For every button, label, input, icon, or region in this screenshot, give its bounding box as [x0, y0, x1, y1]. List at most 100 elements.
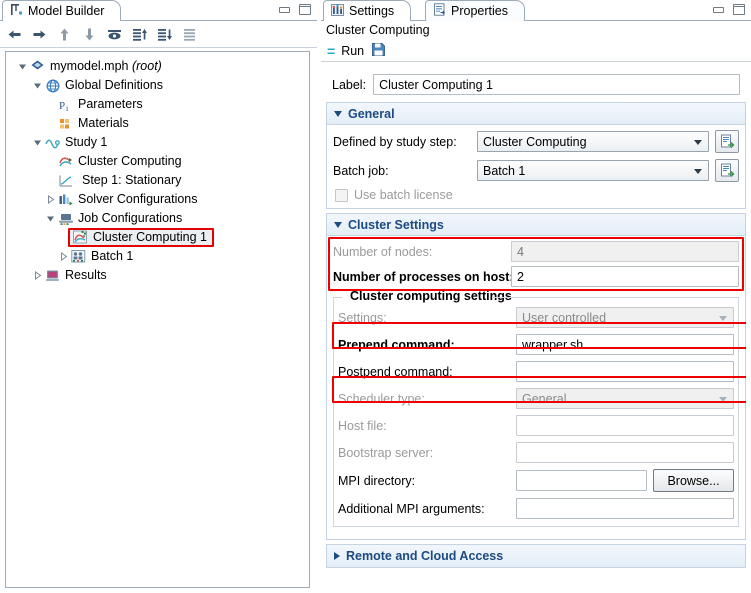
postpend-command-input[interactable] [516, 361, 734, 382]
additional-mpi-arguments-input[interactable] [516, 498, 734, 519]
model-builder-window-controls [279, 4, 311, 15]
settings-tabstrip: Settings Properties [321, 0, 751, 21]
expand-icon[interactable] [57, 247, 70, 266]
defined-by-study-step-value: Cluster Computing [483, 135, 587, 149]
tree-item-global-definitions[interactable]: Global Definitions [6, 76, 309, 95]
scheduler-type-label: Scheduler type: [338, 392, 510, 406]
model-root-icon [29, 58, 46, 75]
cluster-settings-section-title: Cluster Settings [348, 218, 444, 232]
stationary-step-icon [57, 172, 74, 189]
general-section: General Defined by study step: Cluster C… [326, 102, 746, 209]
mpi-directory-input[interactable] [516, 470, 647, 491]
arrow-up-icon[interactable] [56, 26, 73, 43]
maximize-icon[interactable] [299, 4, 311, 15]
defined-by-study-step-select[interactable]: Cluster Computing [477, 131, 709, 152]
batch-job-row: Batch job: Batch 1 [333, 159, 739, 182]
tree-item-batch-1-label: Batch 1 [91, 250, 133, 263]
goto-source-button-study-step[interactable] [715, 130, 739, 153]
general-section-body: Defined by study step: Cluster Computing [327, 125, 745, 208]
model-tree-container[interactable]: mymodel.mph (root) [5, 51, 310, 588]
cluster-settings-section-header[interactable]: Cluster Settings [327, 214, 745, 236]
tree-item-root-label: mymodel.mph (root) [50, 60, 162, 73]
list-icon[interactable] [181, 26, 198, 43]
label-input[interactable]: Cluster Computing 1 [373, 74, 740, 95]
maximize-icon[interactable] [733, 4, 745, 15]
number-of-nodes-input: 4 [511, 241, 739, 262]
tree-item-batch-1[interactable]: Batch 1 [6, 247, 309, 266]
expand-collapse-icon[interactable] [44, 209, 57, 228]
tree-item-results-label: Results [65, 269, 107, 282]
defined-by-study-step-label: Defined by study step: [333, 135, 471, 149]
run-button[interactable]: Run [341, 44, 364, 58]
label-row: Label: Cluster Computing 1 [326, 68, 746, 102]
cluster-computing-step-icon [57, 153, 74, 170]
scheduler-type-select: General [516, 388, 734, 409]
tree-item-job-configurations[interactable]: Job Configurations [6, 209, 309, 228]
results-icon [44, 267, 61, 284]
batch-job-select[interactable]: Batch 1 [477, 160, 709, 181]
additional-mpi-arguments-row: Additional MPI arguments: [338, 498, 734, 519]
tab-settings[interactable]: Settings [323, 0, 411, 21]
tree-item-step1-stationary[interactable]: Step 1: Stationary [6, 171, 309, 190]
minimize-icon[interactable] [713, 7, 724, 13]
tree-item-parameters[interactable]: P i Parameters [6, 95, 309, 114]
number-of-processes-label: Number of processes on host: [333, 270, 505, 284]
eye-icon[interactable] [106, 26, 123, 43]
tab-properties[interactable]: Properties [425, 0, 525, 21]
browse-button[interactable]: Browse... [653, 469, 734, 492]
tree-item-solver-configurations[interactable]: Solver Configurations [6, 190, 309, 209]
globe-icon [44, 77, 61, 94]
general-section-header[interactable]: General [327, 103, 745, 125]
bootstrap-server-label: Bootstrap server: [338, 446, 510, 460]
settings-panel: Settings Properties Clus [321, 0, 751, 593]
expand-icon[interactable] [31, 266, 44, 285]
use-batch-license-checkbox[interactable] [335, 189, 348, 202]
remote-and-cloud-access-header[interactable]: Remote and Cloud Access [327, 545, 745, 567]
arrow-right-icon[interactable] [31, 26, 48, 43]
host-file-row: Host file: [338, 415, 734, 436]
bootstrap-server-input [516, 442, 734, 463]
settings-content: Label: Cluster Computing 1 General Defin… [326, 68, 746, 587]
tree-item-root[interactable]: mymodel.mph (root) [6, 57, 309, 76]
tree-item-solver-configurations-label: Solver Configurations [78, 193, 198, 206]
equals-icon: = [327, 43, 334, 59]
prepend-command-input[interactable]: wrapper.sh [516, 334, 734, 355]
tree-item-cluster-computing-1[interactable]: Cluster Computing 1 [6, 228, 309, 247]
model-builder-tabstrip: Model Builder [0, 0, 317, 21]
mpi-directory-row: MPI directory: Browse... [338, 469, 734, 492]
number-of-nodes-row: Number of nodes: 4 [333, 241, 739, 262]
list-up-icon[interactable] [131, 26, 148, 43]
expand-collapse-icon[interactable] [31, 76, 44, 95]
settings-select-value: User controlled [522, 311, 606, 325]
expand-icon[interactable] [44, 190, 57, 209]
tree-item-cluster-computing-step[interactable]: Cluster Computing [6, 152, 309, 171]
minimize-icon[interactable] [279, 7, 290, 13]
batch-job-label: Batch job: [333, 164, 471, 178]
arrow-left-icon[interactable] [6, 26, 23, 43]
model-builder-panel: Model Builder [0, 0, 317, 593]
tab-settings-label: Settings [349, 5, 394, 18]
settings-row: Settings: User controlled [338, 307, 734, 328]
tree-item-results[interactable]: Results [6, 266, 309, 285]
tab-model-builder[interactable]: Model Builder [2, 0, 121, 21]
tree-item-study[interactable]: Study 1 [6, 133, 309, 152]
properties-icon [433, 3, 446, 19]
number-of-processes-row: Number of processes on host: 2 [333, 266, 739, 287]
arrow-down-icon[interactable] [81, 26, 98, 43]
settings-select-label: Settings: [338, 311, 510, 325]
goto-source-button-batch-job[interactable] [715, 159, 739, 182]
tree-item-job-configurations-label: Job Configurations [78, 212, 182, 225]
tree-item-materials-label: Materials [78, 117, 129, 130]
list-down-icon[interactable] [156, 26, 173, 43]
study-icon [44, 134, 61, 151]
chevron-down-icon [719, 397, 727, 402]
save-icon[interactable] [371, 42, 386, 60]
chevron-right-icon [334, 552, 340, 560]
job-configurations-icon [57, 210, 74, 227]
tree-item-materials[interactable]: Materials [6, 114, 309, 133]
number-of-processes-input[interactable]: 2 [511, 266, 739, 287]
expand-collapse-icon[interactable] [31, 133, 44, 152]
chevron-down-icon [719, 316, 727, 321]
expand-collapse-icon[interactable] [16, 57, 29, 76]
host-file-input [516, 415, 734, 436]
